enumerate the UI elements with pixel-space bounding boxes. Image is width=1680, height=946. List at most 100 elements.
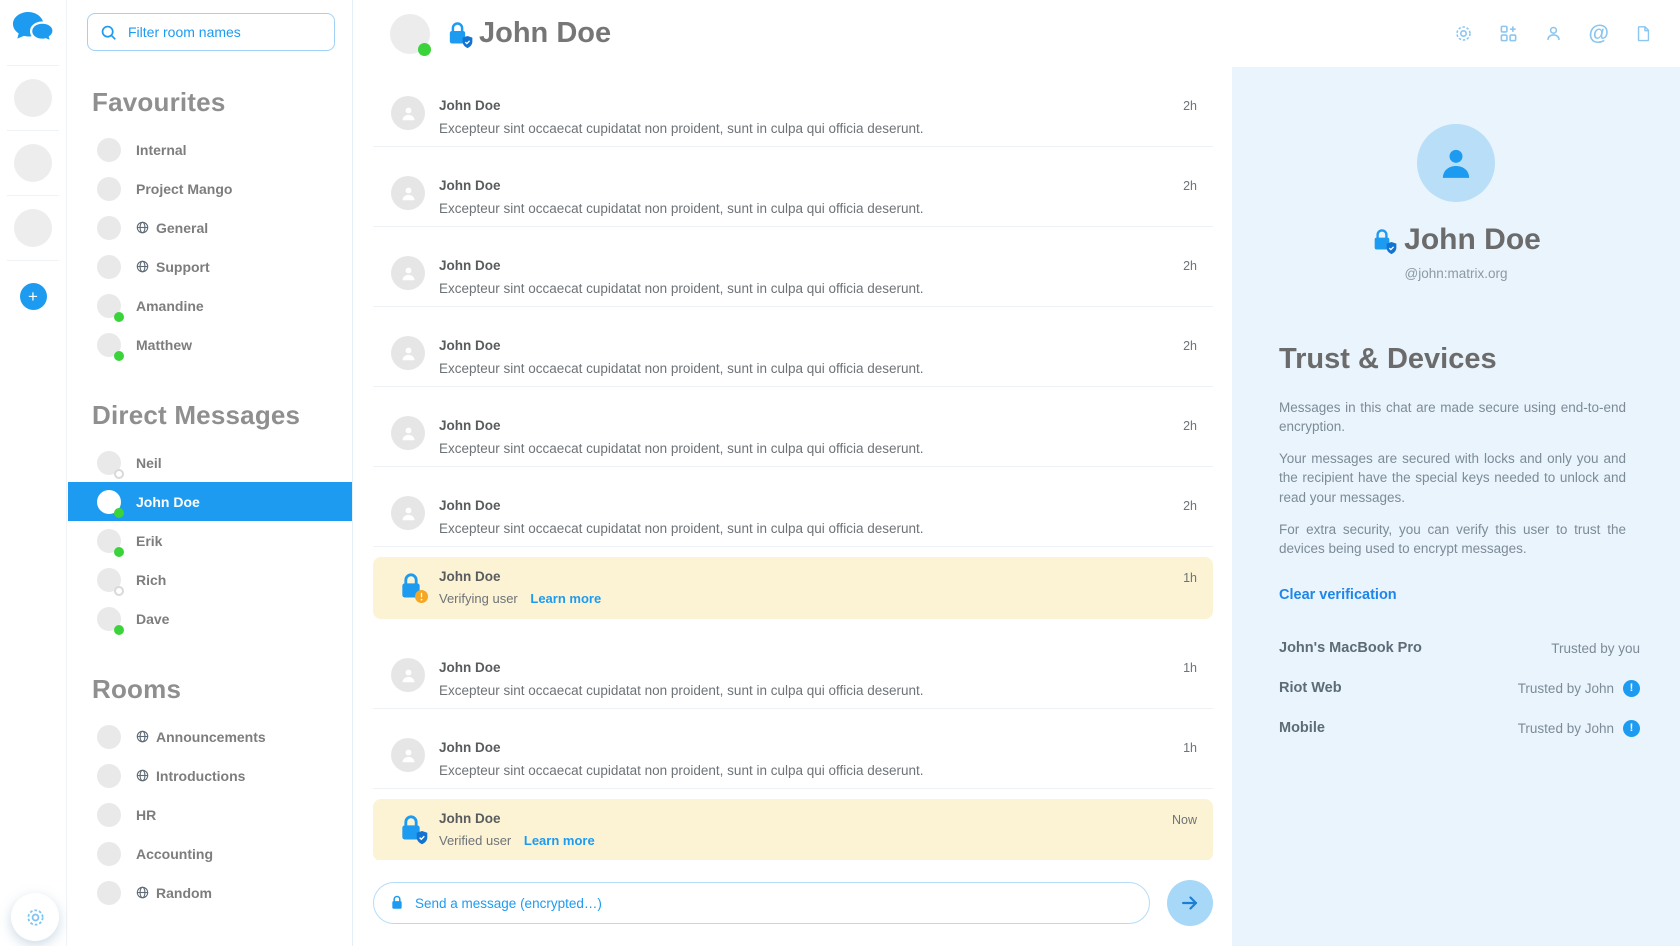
room-name: Internal [136, 142, 187, 158]
globe-icon [136, 221, 149, 234]
room-name: Dave [136, 611, 169, 627]
message-timestamp: 2h [1183, 259, 1197, 273]
clear-verification-link[interactable]: Clear verification [1279, 587, 1397, 603]
mentions-icon[interactable]: @ [1589, 23, 1609, 44]
section-title: Rooms [92, 674, 352, 705]
sidebar-item-amandine[interactable]: Amandine [68, 286, 352, 325]
person-icon [399, 746, 418, 765]
verification-banner-verified: John Doe Verified user Learn more Now [373, 799, 1213, 860]
add-room-icon[interactable] [1499, 24, 1518, 43]
avatar [97, 216, 121, 240]
sidebar-item-announcements[interactable]: Announcements [68, 717, 352, 756]
room-name: Rich [136, 572, 166, 588]
lock-verified-icon [1371, 228, 1393, 252]
sidebar-item-accounting[interactable]: Accounting [68, 834, 352, 873]
sidebar-item-erik[interactable]: Erik [68, 521, 352, 560]
user-avatar [1417, 124, 1495, 202]
files-icon[interactable] [1635, 25, 1652, 42]
avatar[interactable] [391, 96, 425, 130]
search-icon [100, 24, 117, 41]
community-avatar[interactable] [14, 144, 52, 182]
sidebar-item-general[interactable]: General [68, 208, 352, 247]
rail-divider [7, 260, 59, 261]
sidebar-item-project-mango[interactable]: Project Mango [68, 169, 352, 208]
avatar[interactable] [391, 738, 425, 772]
sidebar-item-introductions[interactable]: Introductions [68, 756, 352, 795]
room-name: John Doe [136, 494, 200, 510]
presence-dot [114, 586, 124, 596]
community-avatar[interactable] [14, 79, 52, 117]
avatar[interactable] [391, 416, 425, 450]
verification-status: Verified user [439, 833, 511, 848]
section-title: Favourites [92, 87, 352, 118]
message-timestamp: Now [1172, 813, 1197, 827]
message-timestamp: 2h [1183, 99, 1197, 113]
person-icon [1435, 142, 1477, 184]
avatar[interactable] [391, 256, 425, 290]
learn-more-link[interactable]: Learn more [530, 591, 601, 606]
avatar[interactable] [391, 176, 425, 210]
avatar [97, 529, 121, 553]
avatar[interactable] [391, 496, 425, 530]
room-name: Introductions [156, 768, 245, 784]
avatar [97, 451, 121, 475]
message-input-pill[interactable] [373, 882, 1150, 924]
avatar [97, 842, 121, 866]
sidebar-item-john-doe[interactable]: John Doe [68, 482, 352, 521]
add-community-button[interactable]: + [20, 283, 47, 310]
message-author: John Doe [439, 98, 501, 113]
info-icon[interactable]: ! [1623, 720, 1640, 737]
verification-status: Verifying user [439, 591, 518, 606]
avatar [97, 490, 121, 514]
avatar [390, 14, 430, 54]
room-filter-input[interactable] [126, 23, 322, 41]
room-name: Project Mango [136, 181, 232, 197]
sidebar-item-hr[interactable]: HR [68, 795, 352, 834]
sidebar-item-internal[interactable]: Internal [68, 130, 352, 169]
message-text: Excepteur sint occaecat cupidatat non pr… [439, 201, 924, 216]
sidebar-item-dave[interactable]: Dave [68, 599, 352, 638]
message-input[interactable] [413, 895, 1133, 912]
room-name: HR [136, 807, 156, 823]
send-button[interactable] [1167, 880, 1213, 926]
sidebar-item-support[interactable]: Support [68, 247, 352, 286]
device-name: John's MacBook Pro [1279, 640, 1422, 656]
verification-banner-pending: John Doe Verifying user Learn more 1h [373, 557, 1213, 619]
chat-bubbles-icon [12, 11, 54, 52]
device-row: Mobile Trusted by John ! [1279, 708, 1640, 748]
message-author: John Doe [439, 660, 501, 675]
device-row: Riot Web Trusted by John ! [1279, 668, 1640, 708]
message-row: John Doe Excepteur sint occaecat cupidat… [373, 67, 1213, 147]
person-icon [399, 264, 418, 283]
message-row: John Doe Excepteur sint occaecat cupidat… [373, 307, 1213, 387]
presence-dot [114, 351, 124, 361]
message-text: Excepteur sint occaecat cupidatat non pr… [439, 361, 924, 376]
device-name: Mobile [1279, 720, 1325, 736]
community-avatar[interactable] [14, 209, 52, 247]
trust-devices-description: Messages in this chat are made secure us… [1279, 398, 1626, 558]
person-icon [399, 504, 418, 523]
settings-button[interactable] [11, 893, 59, 941]
presence-dot [114, 469, 124, 479]
message-text: Excepteur sint occaecat cupidatat non pr… [439, 521, 924, 536]
trust-paragraph: Your messages are secured with locks and… [1279, 449, 1626, 506]
learn-more-link[interactable]: Learn more [524, 833, 595, 848]
sidebar-item-neil[interactable]: Neil [68, 443, 352, 482]
settings-icon[interactable] [1454, 24, 1473, 43]
message-author: John Doe [439, 338, 501, 353]
profile-icon[interactable] [1544, 24, 1563, 43]
header-actions: @ [1454, 23, 1680, 44]
community-rail: + [0, 0, 67, 946]
section-title: Direct Messages [92, 400, 352, 431]
avatar[interactable] [391, 336, 425, 370]
message-list: John Doe Excepteur sint occaecat cupidat… [353, 67, 1233, 860]
avatar [97, 333, 121, 357]
avatar[interactable] [391, 658, 425, 692]
person-icon [399, 344, 418, 363]
sidebar-item-random[interactable]: Random [68, 873, 352, 912]
presence-dot [114, 312, 124, 322]
sidebar-item-rich[interactable]: Rich [68, 560, 352, 599]
info-icon[interactable]: ! [1623, 680, 1640, 697]
chat-header: John Doe @ [353, 0, 1680, 67]
sidebar-item-matthew[interactable]: Matthew [68, 325, 352, 364]
